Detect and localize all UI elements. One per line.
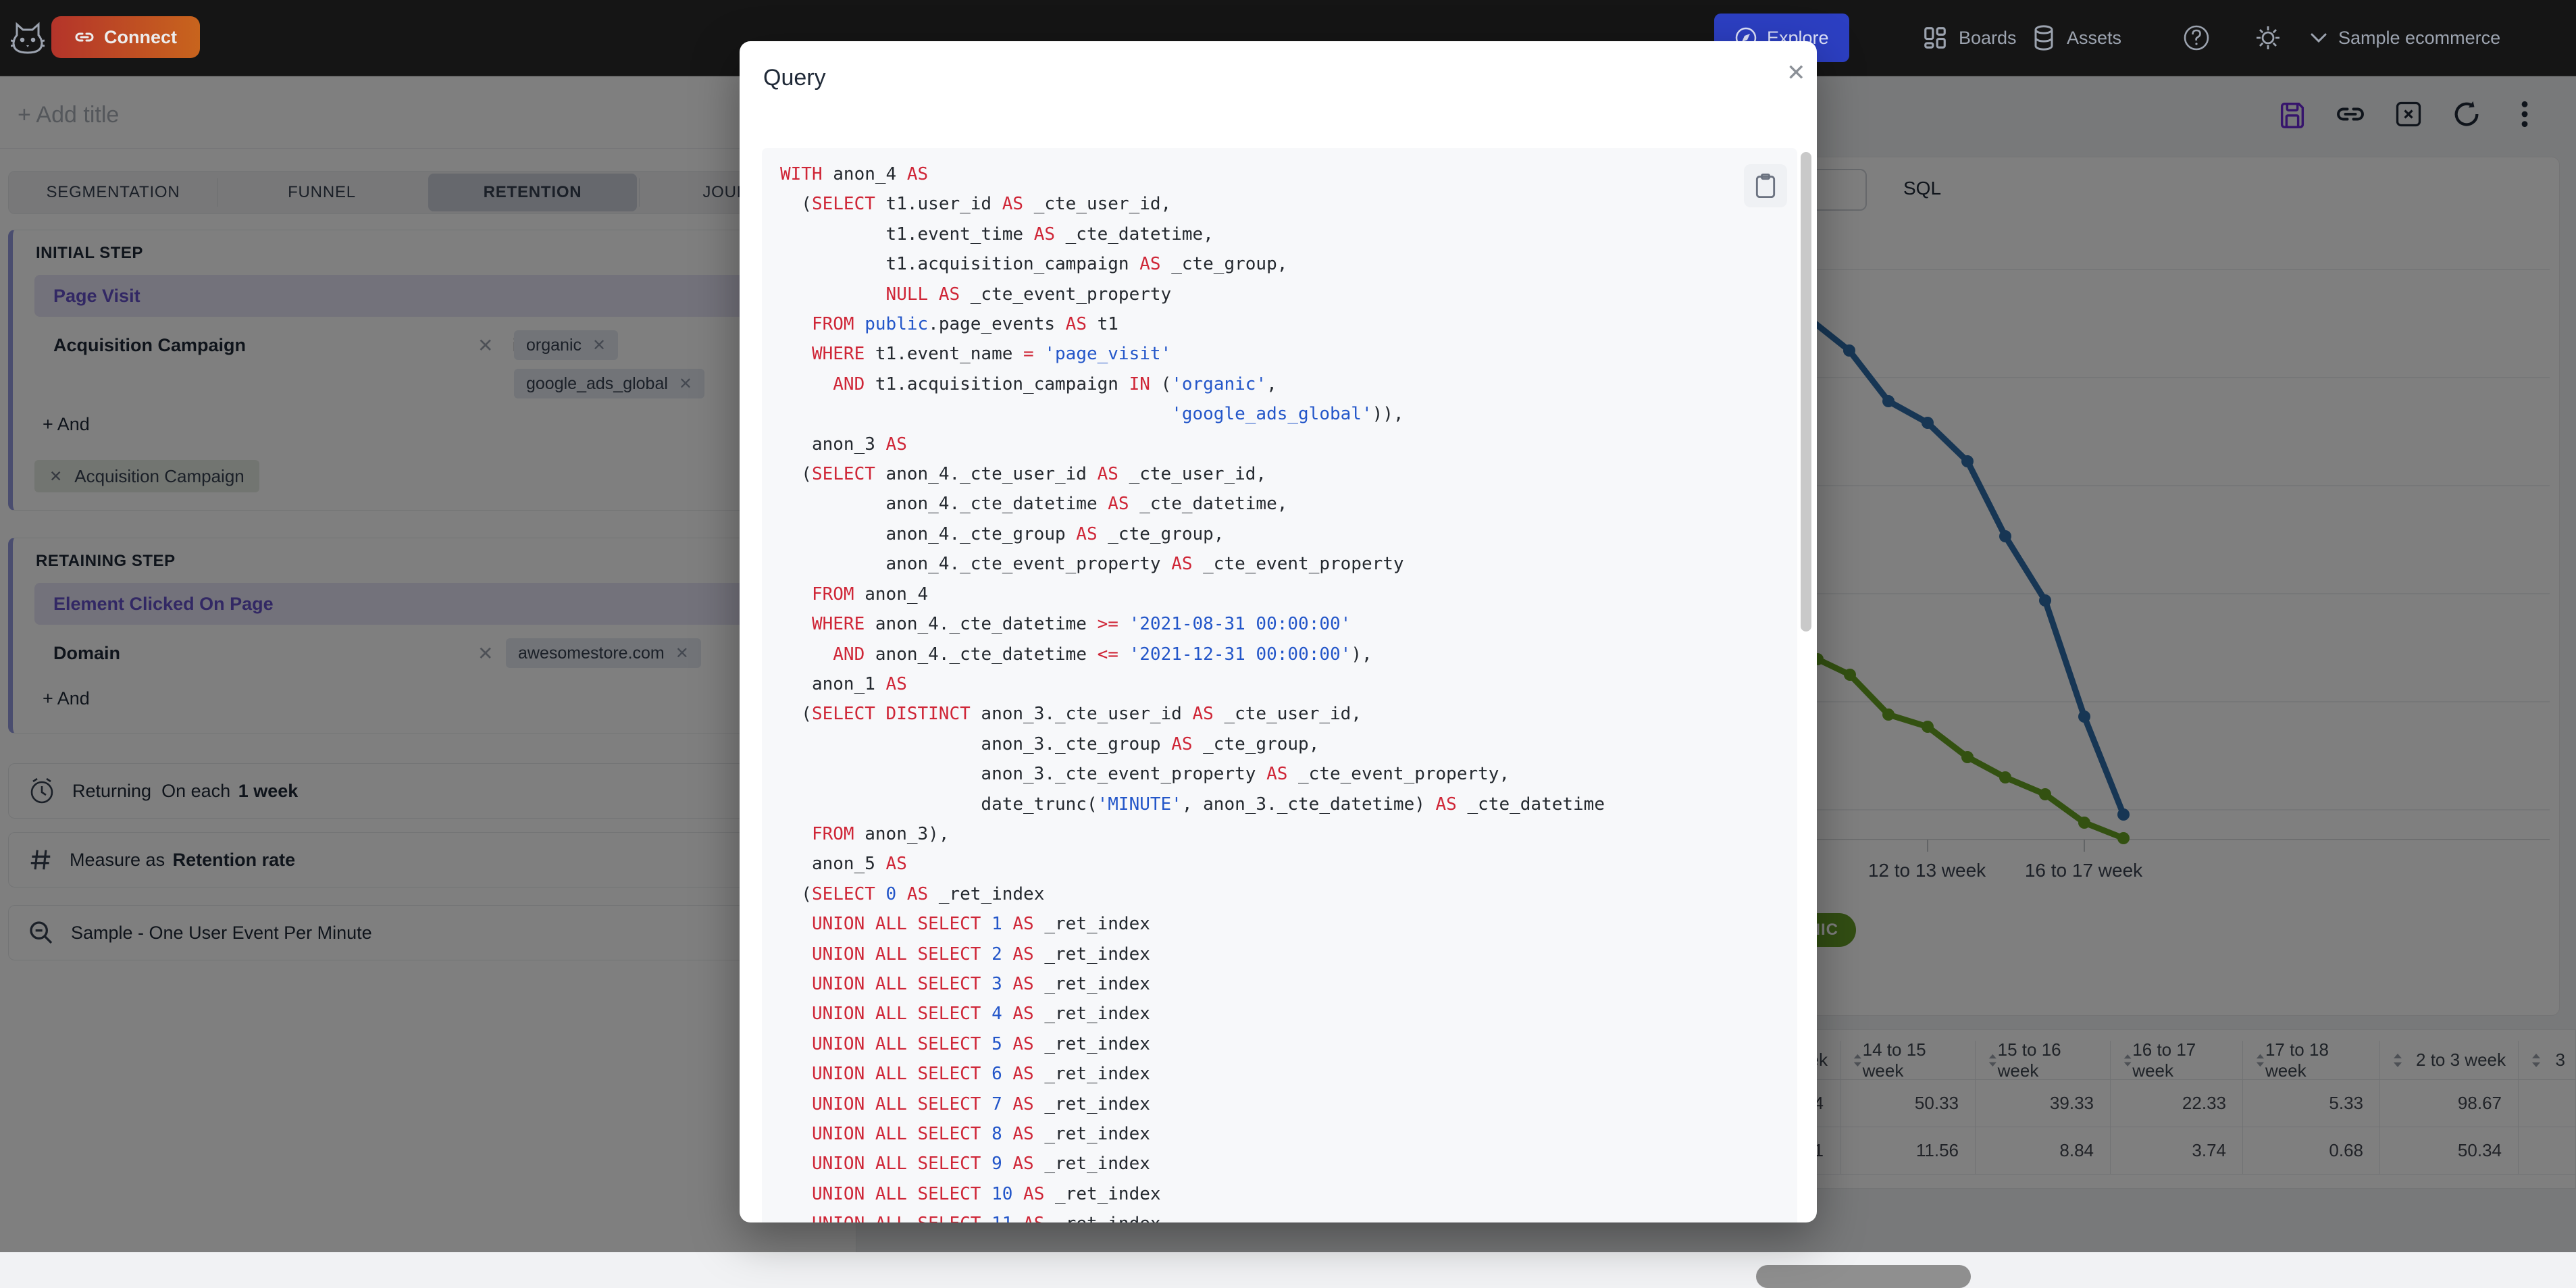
app-logo-cat-icon[interactable] <box>11 20 45 55</box>
query-modal: Query ✕ WITH anon_4 AS (SELECT t1.user_i… <box>740 41 1817 1222</box>
help-button[interactable] <box>2180 22 2213 54</box>
sql-code-block: WITH anon_4 AS (SELECT t1.user_id AS _ct… <box>762 148 1797 1222</box>
modal-scrollbar[interactable] <box>1801 152 1811 632</box>
boards-label: Boards <box>1959 27 2017 48</box>
assets-database-icon <box>2034 25 2053 51</box>
nav-assets[interactable]: Assets <box>2032 14 2121 62</box>
modal-title: Query <box>763 65 826 91</box>
connect-label: Connect <box>104 26 177 47</box>
settings-button[interactable] <box>2252 22 2284 54</box>
assets-label: Assets <box>2067 27 2122 48</box>
sql-code-text: WITH anon_4 AS (SELECT t1.user_id AS _ct… <box>780 164 1605 1222</box>
close-icon[interactable]: ✕ <box>1786 59 1806 86</box>
clipboard-icon <box>1755 173 1776 199</box>
boards-icon <box>1924 27 1946 49</box>
workspace-label: Sample ecommerce <box>2338 27 2501 48</box>
chevron-down-icon <box>2311 33 2327 43</box>
connect-button[interactable]: Connect <box>51 16 200 58</box>
nav-boards[interactable]: Boards <box>1922 14 2017 62</box>
link-icon <box>75 32 94 42</box>
horizontal-scrollbar[interactable] <box>1756 1265 1971 1288</box>
workspace-switcher[interactable]: Sample ecommerce <box>2310 14 2500 62</box>
copy-code-button[interactable] <box>1744 164 1787 207</box>
gear-icon <box>2257 26 2279 49</box>
app-root: Connect Explore Boards Assets Sample eco… <box>0 0 2576 1288</box>
help-icon <box>2184 25 2209 51</box>
